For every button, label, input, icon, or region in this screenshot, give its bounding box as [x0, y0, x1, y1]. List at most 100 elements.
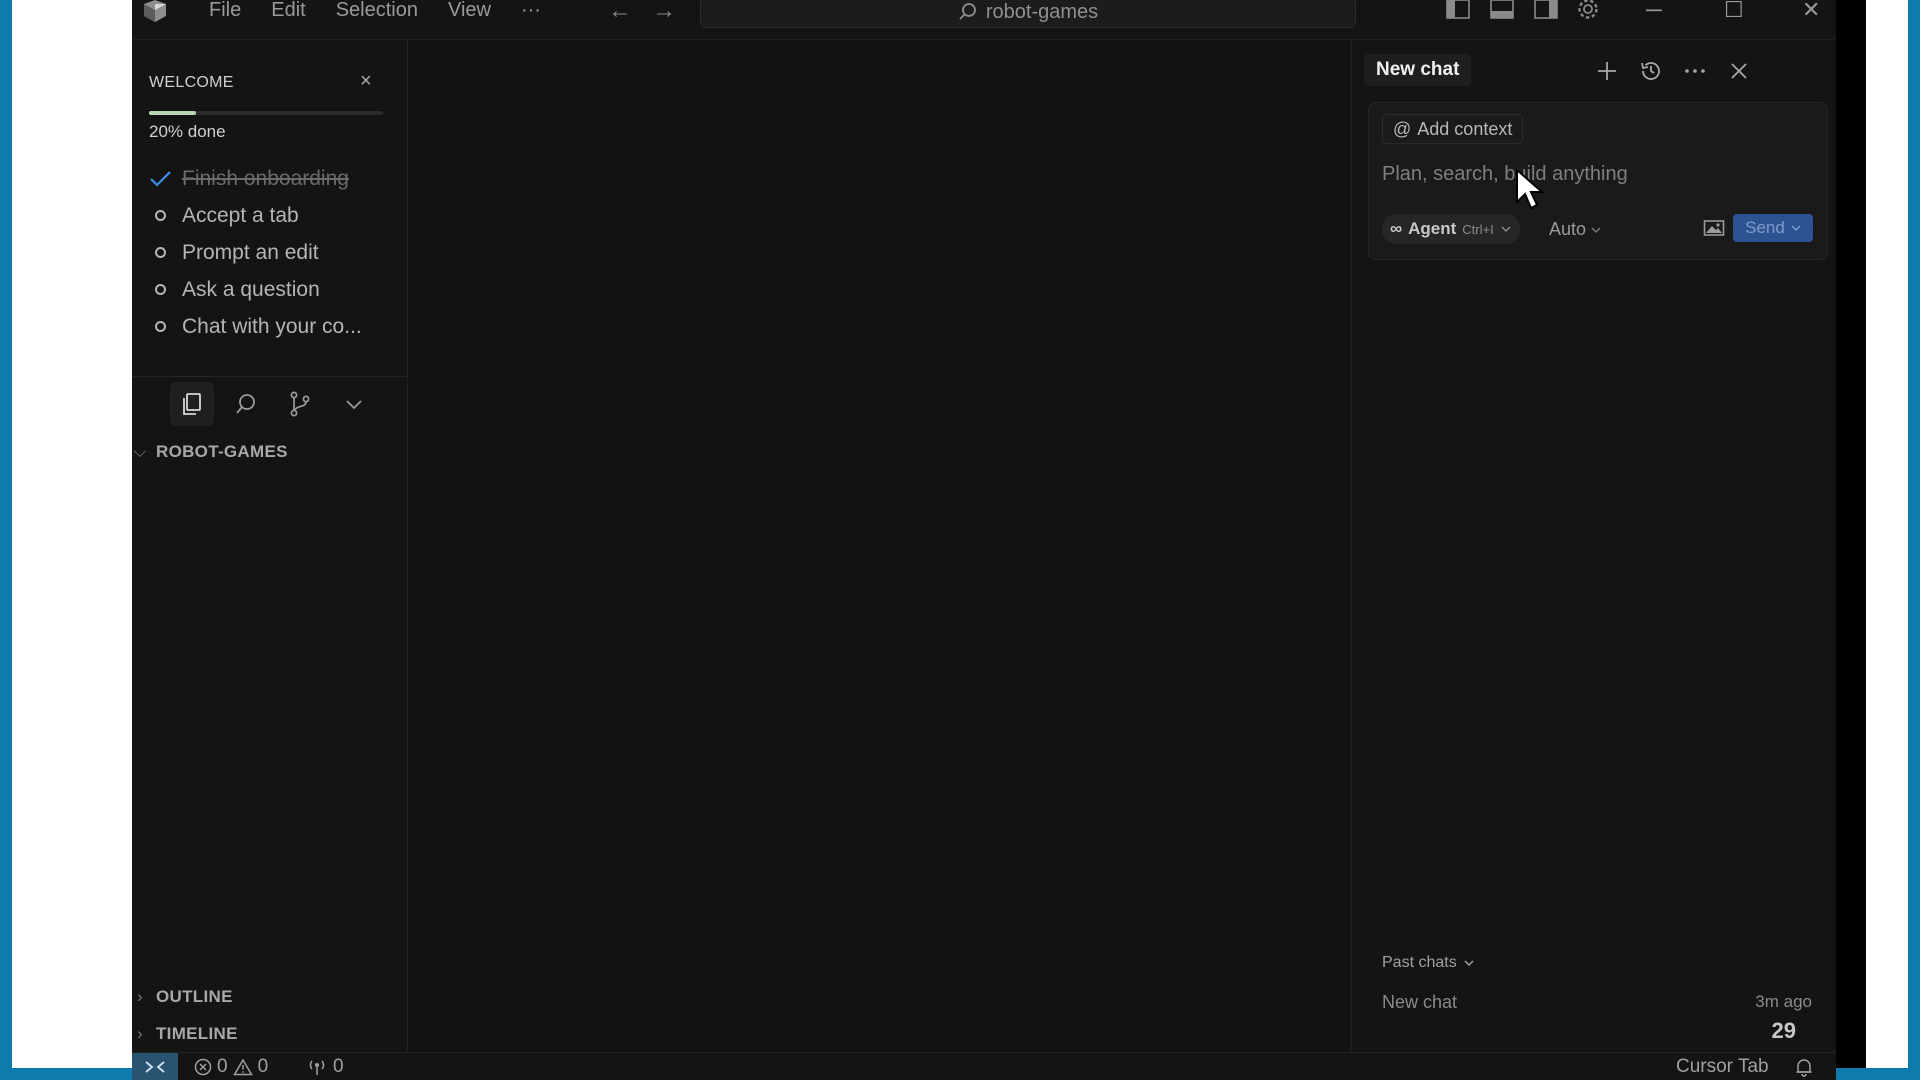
onboarding-item-label: Chat with your co...: [182, 314, 362, 338]
menu-file[interactable]: File: [194, 0, 256, 22]
onboarding-item-label: Ask a question: [182, 277, 320, 301]
cursor-window: File Edit Selection View ··· ← → robot-g…: [132, 0, 1836, 1080]
onboarding-item-label: Finish onboarding: [182, 166, 349, 190]
past-chats-toggle[interactable]: Past chats: [1382, 954, 1475, 972]
close-window-button[interactable]: ✕: [1802, 0, 1820, 22]
warning-count: 0: [257, 1056, 269, 1077]
broadcast-icon: [309, 1060, 325, 1075]
chat-history-button[interactable]: [1636, 56, 1666, 86]
minimize-button[interactable]: ─: [1646, 0, 1662, 22]
history-icon: [1641, 62, 1660, 80]
chat-panel: New chat @ Add context Plan, search, bui…: [1351, 40, 1836, 1052]
remote-icon: [145, 1061, 165, 1073]
onboarding-item-prompt-edit[interactable]: Prompt an edit: [149, 234, 362, 271]
model-selector[interactable]: Auto: [1549, 219, 1602, 240]
timeline-label: TIMELINE: [156, 1024, 238, 1043]
add-context-button[interactable]: @ Add context: [1382, 114, 1524, 144]
chat-tab-new-chat[interactable]: New chat: [1364, 54, 1472, 86]
timeline-section-header[interactable]: › TIMELINE: [132, 1024, 238, 1044]
editor-area[interactable]: [409, 40, 1350, 1052]
model-label: Auto: [1549, 219, 1587, 239]
circle-icon: [155, 210, 166, 221]
onboarding-progress-bar: [149, 111, 383, 115]
plus-icon: [1598, 62, 1616, 80]
app-edge: [1836, 0, 1866, 1068]
source-control-icon: [290, 391, 310, 417]
progress-label: 20% done: [149, 122, 226, 141]
command-search[interactable]: robot-games: [700, 0, 1356, 28]
more-views-button[interactable]: [332, 382, 376, 426]
past-chat-item[interactable]: New chat: [1382, 992, 1812, 1013]
at-sign-icon: @: [1393, 118, 1412, 139]
send-button[interactable]: Send: [1733, 214, 1813, 242]
back-arrow-icon[interactable]: ←: [608, 0, 632, 23]
problems-indicator[interactable]: 0 0: [194, 1053, 268, 1080]
cursor-tab-status[interactable]: Cursor Tab: [1676, 1053, 1769, 1080]
error-count: 0: [217, 1056, 228, 1077]
error-icon: [194, 1058, 212, 1076]
backdrop-left: [12, 0, 132, 1068]
chevron-down-icon: [1501, 226, 1511, 233]
chevron-down-icon: [346, 400, 362, 410]
backdrop-right: [1866, 0, 1908, 1068]
onboarding-item-finish[interactable]: Finish onboarding: [149, 160, 362, 197]
search-icon: [959, 3, 976, 20]
chat-input[interactable]: Plan, search, build anything: [1382, 163, 1628, 186]
bell-icon: [1796, 1059, 1812, 1077]
past-chat-time: 3m ago: [1755, 992, 1812, 1011]
new-chat-button[interactable]: [1592, 56, 1622, 86]
menu-view[interactable]: View: [433, 0, 506, 22]
cursor-tab-label: Cursor Tab: [1676, 1056, 1769, 1077]
explorer-project-header[interactable]: ⌵ ROBOT-GAMES: [132, 442, 288, 462]
outline-label: OUTLINE: [156, 987, 233, 1006]
menu-edit[interactable]: Edit: [256, 0, 320, 22]
remote-indicator[interactable]: [132, 1053, 178, 1080]
search-text: robot-games: [985, 0, 1099, 23]
maximize-button[interactable]: ☐: [1724, 0, 1744, 22]
agent-mode-selector[interactable]: ∞ Agent Ctrl+I: [1382, 214, 1520, 244]
chevron-right-icon: ›: [137, 987, 143, 1006]
chat-more-button[interactable]: [1680, 56, 1710, 86]
onboarding-item-label: Accept a tab: [182, 203, 299, 227]
onboarding-item-accept-tab[interactable]: Accept a tab: [149, 197, 362, 234]
gear-icon[interactable]: [1574, 0, 1602, 22]
search-icon: [236, 394, 255, 414]
toggle-panel-icon[interactable]: [1488, 0, 1516, 22]
search-view-button[interactable]: [224, 382, 268, 426]
source-control-button[interactable]: [278, 382, 322, 426]
past-chats-label: Past chats: [1382, 954, 1457, 971]
image-icon: [1703, 220, 1725, 236]
onboarding-item-ask-question[interactable]: Ask a question: [149, 271, 362, 308]
project-name: ROBOT-GAMES: [156, 442, 288, 461]
onboarding-list: Finish onboarding Accept a tab Prompt an…: [149, 160, 362, 345]
add-context-label: Add context: [1417, 118, 1513, 139]
forward-arrow-icon[interactable]: →: [652, 0, 676, 23]
toggle-sidebar-icon[interactable]: [1444, 0, 1472, 22]
outline-section-header[interactable]: › OUTLINE: [132, 987, 233, 1007]
chevron-down-icon: [1464, 960, 1474, 967]
files-icon: [183, 393, 201, 415]
close-chat-button[interactable]: [1724, 56, 1754, 86]
ports-indicator[interactable]: 0: [306, 1053, 344, 1080]
title-bar: File Edit Selection View ··· ← → robot-g…: [132, 0, 1836, 40]
close-icon: [1731, 63, 1747, 79]
circle-icon: [155, 247, 166, 258]
explorer-button[interactable]: [170, 382, 214, 426]
onboarding-item-chat-codebase[interactable]: Chat with your co...: [149, 308, 362, 345]
onboarding-item-label: Prompt an edit: [182, 240, 319, 264]
welcome-close-icon[interactable]: ×: [360, 70, 372, 93]
notifications-button[interactable]: [1794, 1053, 1814, 1080]
chevron-down-icon: [1591, 226, 1601, 233]
menu-more[interactable]: ···: [506, 0, 556, 22]
circle-icon: [155, 321, 166, 332]
primary-sidebar: WELCOME × 20% done Finish onboarding Acc…: [132, 40, 408, 1052]
ellipsis-icon: [1685, 69, 1705, 73]
infinity-icon: ∞: [1390, 219, 1403, 238]
attach-image-button[interactable]: [1703, 219, 1725, 242]
menu-selection[interactable]: Selection: [321, 0, 433, 22]
chevron-down-icon: [1791, 225, 1801, 232]
toggle-secondary-sidebar-icon[interactable]: [1532, 0, 1560, 22]
overlay-counter: 29: [1771, 1018, 1796, 1043]
ports-count: 0: [333, 1056, 344, 1077]
chat-composer: @ Add context Plan, search, build anythi…: [1368, 102, 1828, 260]
